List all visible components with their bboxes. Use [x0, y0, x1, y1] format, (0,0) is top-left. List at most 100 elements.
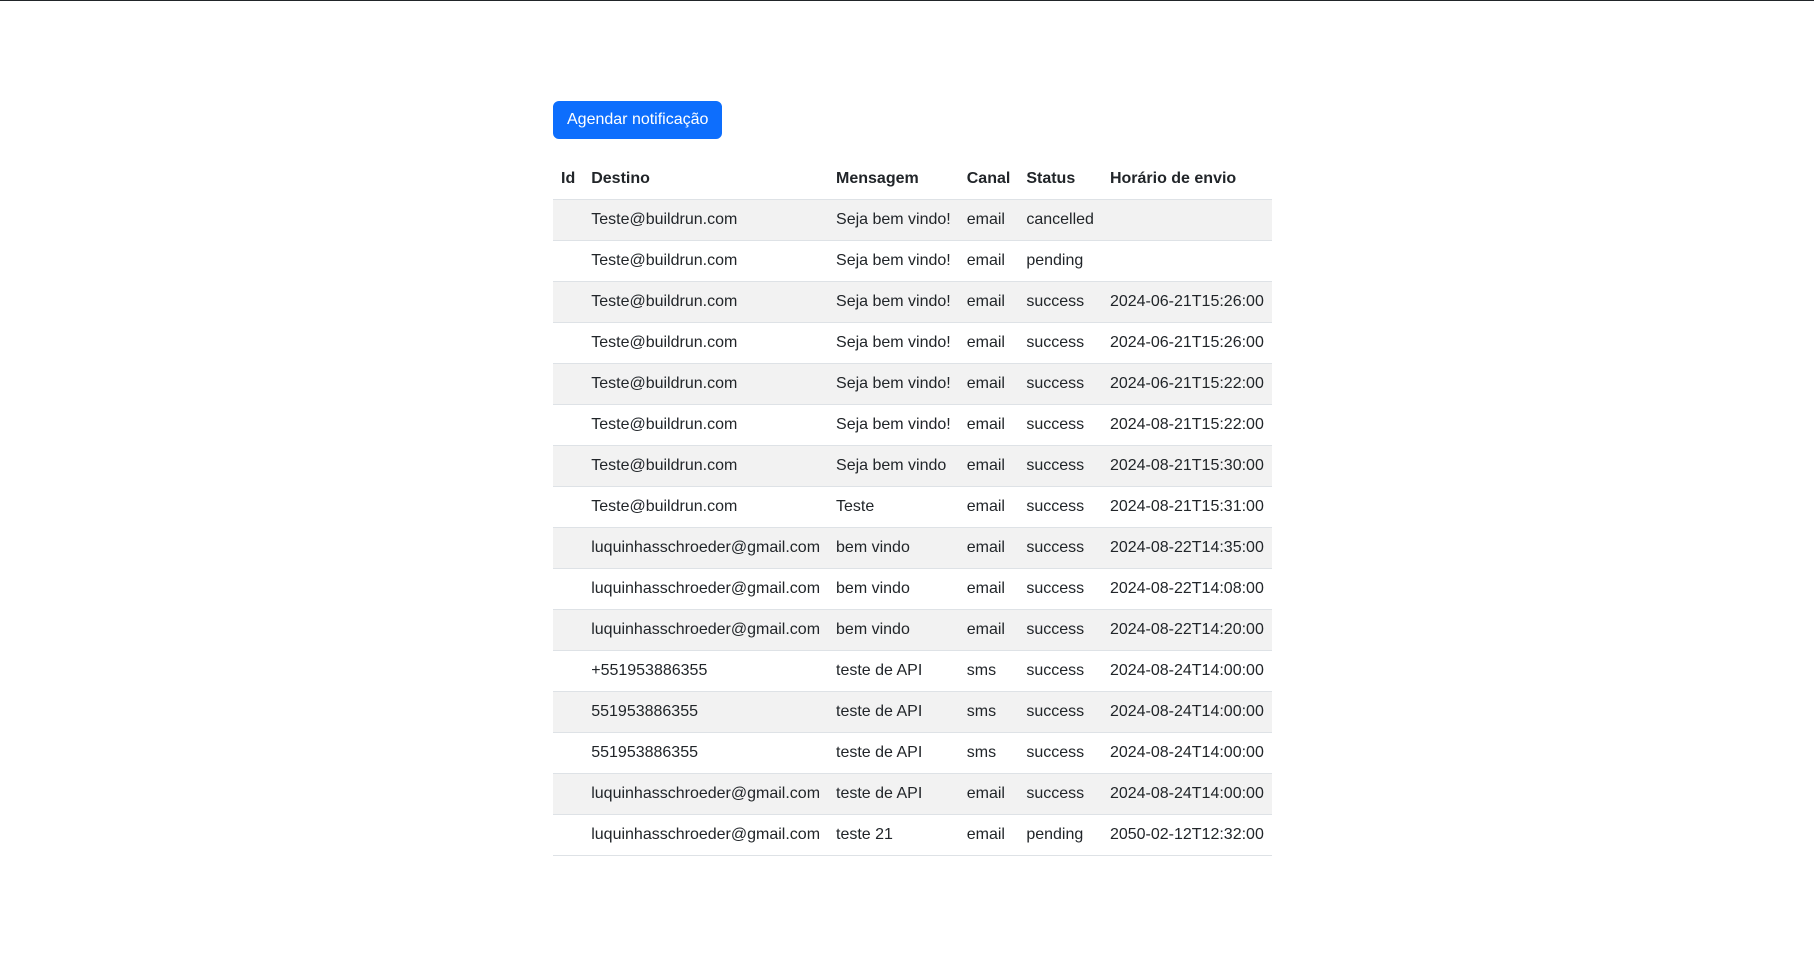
cell-horario: 2024-08-24T14:00:00 [1101, 650, 1272, 692]
cell-mensagem: teste de API [828, 691, 959, 733]
cell-id [553, 322, 584, 364]
cell-horario: 2024-08-21T15:30:00 [1101, 445, 1272, 487]
cell-status: success [1018, 486, 1102, 528]
cell-id [553, 281, 584, 323]
cell-destino: 551953886355 [583, 732, 829, 774]
cell-canal: email [958, 199, 1019, 241]
header-row: Id Destino Mensagem Canal Status Horário… [553, 159, 1272, 200]
cell-status: pending [1018, 240, 1102, 282]
cell-horario: 2024-08-22T14:20:00 [1101, 609, 1272, 651]
cell-mensagem: Teste [828, 486, 959, 528]
cell-mensagem: bem vindo [828, 609, 959, 651]
table-row: luquinhasschroeder@gmail.com teste de API… [553, 773, 1272, 815]
cell-mensagem: Seja bem vindo! [828, 404, 959, 446]
cell-canal: sms [958, 732, 1019, 774]
cell-id [553, 691, 584, 733]
cell-canal: email [958, 322, 1019, 364]
cell-horario: 2024-08-22T14:08:00 [1101, 568, 1272, 610]
cell-id [553, 486, 584, 528]
cell-mensagem: teste de API [828, 650, 959, 692]
cell-canal: email [958, 240, 1019, 282]
column-header-destino: Destino [583, 159, 829, 200]
cell-destino: Teste@buildrun.com [583, 281, 829, 323]
cell-id [553, 568, 584, 610]
cell-horario: 2024-06-21T15:22:00 [1101, 363, 1272, 405]
cell-id [553, 363, 584, 405]
cell-status: success [1018, 691, 1102, 733]
column-header-horario: Horário de envio [1101, 159, 1272, 200]
table-row: Teste@buildrun.com Seja bem vindo! email su… [553, 322, 1272, 364]
table-row: luquinhasschroeder@gmail.com teste 21 emai… [553, 814, 1272, 856]
cell-status: cancelled [1018, 199, 1102, 241]
schedule-notification-button[interactable]: Agendar notificação [553, 101, 723, 139]
cell-mensagem: teste de API [828, 732, 959, 774]
cell-status: pending [1018, 814, 1102, 856]
cell-horario: 2024-06-21T15:26:00 [1101, 322, 1272, 364]
cell-mensagem: Seja bem vindo! [828, 281, 959, 323]
cell-destino: 551953886355 [583, 691, 829, 733]
table-row: +551953886355 teste de API sms success 2024-… [553, 650, 1272, 692]
column-header-mensagem: Mensagem [828, 159, 959, 200]
cell-id [553, 445, 584, 487]
cell-mensagem: Seja bem vindo! [828, 240, 959, 282]
cell-mensagem: teste 21 [828, 814, 959, 856]
cell-id [553, 773, 584, 815]
table-row: Teste@buildrun.com Seja bem vindo! email su… [553, 363, 1272, 405]
cell-destino: luquinhasschroeder@gmail.com [583, 773, 829, 815]
column-header-canal: Canal [958, 159, 1019, 200]
table-header: Id Destino Mensagem Canal Status Horário… [553, 159, 1272, 200]
cell-canal: email [958, 404, 1019, 446]
cell-destino: Teste@buildrun.com [583, 363, 829, 405]
cell-status: success [1018, 445, 1102, 487]
cell-status: success [1018, 732, 1102, 774]
cell-canal: email [958, 363, 1019, 405]
cell-canal: sms [958, 650, 1019, 692]
cell-horario: 2024-08-21T15:31:00 [1101, 486, 1272, 528]
cell-horario: 2024-08-24T14:00:00 [1101, 691, 1272, 733]
table-row: Teste@buildrun.com Seja bem vindo! email su… [553, 404, 1272, 446]
cell-status: success [1018, 568, 1102, 610]
cell-destino: luquinhasschroeder@gmail.com [583, 609, 829, 651]
cell-canal: email [958, 814, 1019, 856]
cell-destino: luquinhasschroeder@gmail.com [583, 568, 829, 610]
cell-destino: Teste@buildrun.com [583, 486, 829, 528]
cell-horario: 2024-08-21T15:22:00 [1101, 404, 1272, 446]
cell-destino: Teste@buildrun.com [583, 445, 829, 487]
cell-status: success [1018, 404, 1102, 446]
cell-id [553, 527, 584, 569]
column-header-status: Status [1018, 159, 1102, 200]
cell-mensagem: teste de API [828, 773, 959, 815]
cell-mensagem: bem vindo [828, 568, 959, 610]
cell-canal: email [958, 609, 1019, 651]
table-row: 551953886355 teste de API sms success 2024-0… [553, 691, 1272, 733]
cell-id [553, 240, 584, 282]
table-row: luquinhasschroeder@gmail.com bem vindo ema… [553, 609, 1272, 651]
table-row: luquinhasschroeder@gmail.com bem vindo ema… [553, 568, 1272, 610]
table-row: Teste@buildrun.com Seja bem vindo email suc… [553, 445, 1272, 487]
table-row: Teste@buildrun.com Seja bem vindo! email pe… [553, 240, 1272, 282]
cell-destino: Teste@buildrun.com [583, 404, 829, 446]
cell-horario [1101, 240, 1272, 282]
table-row: luquinhasschroeder@gmail.com bem vindo ema… [553, 527, 1272, 569]
cell-id [553, 199, 584, 241]
cell-status: success [1018, 281, 1102, 323]
main-content: Agendar notificação Id Destino Mensagem … [553, 101, 1272, 856]
cell-mensagem: bem vindo [828, 527, 959, 569]
cell-status: success [1018, 527, 1102, 569]
cell-destino: luquinhasschroeder@gmail.com [583, 814, 829, 856]
cell-destino: Teste@buildrun.com [583, 199, 829, 241]
column-header-id: Id [553, 159, 584, 200]
cell-horario: 2050-02-12T12:32:00 [1101, 814, 1272, 856]
cell-canal: email [958, 281, 1019, 323]
cell-canal: sms [958, 691, 1019, 733]
table-row: Teste@buildrun.com Seja bem vindo! email ca… [553, 199, 1272, 241]
cell-id [553, 650, 584, 692]
cell-status: success [1018, 773, 1102, 815]
cell-mensagem: Seja bem vindo! [828, 322, 959, 364]
cell-canal: email [958, 568, 1019, 610]
notifications-table: Id Destino Mensagem Canal Status Horário… [553, 159, 1272, 856]
cell-id [553, 814, 584, 856]
cell-canal: email [958, 445, 1019, 487]
cell-horario: 2024-08-24T14:00:00 [1101, 773, 1272, 815]
cell-horario [1101, 199, 1272, 241]
